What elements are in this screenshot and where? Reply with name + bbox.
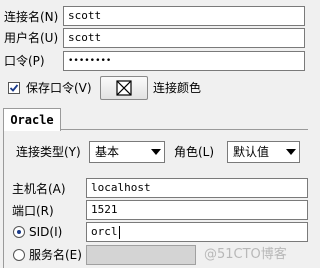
no-color-icon: [116, 80, 132, 96]
port-label: 端口(R): [12, 204, 54, 218]
connection-color-button[interactable]: [100, 76, 148, 100]
radio-selected-icon: [17, 230, 21, 234]
save-password-checkbox[interactable]: [8, 82, 20, 94]
connection-type-label: 连接类型(Y): [16, 145, 81, 159]
sid-label: SID(I): [29, 225, 63, 239]
port-input[interactable]: 1521: [86, 200, 308, 220]
role-value: 默认值: [233, 145, 270, 159]
chevron-down-icon: [286, 149, 296, 155]
connection-type-select[interactable]: 基本: [89, 141, 165, 163]
checkmark-icon: [9, 84, 19, 92]
username-label: 用户名(U): [4, 31, 59, 45]
host-label: 主机名(A): [12, 182, 66, 196]
chevron-down-icon: [151, 149, 161, 155]
role-label: 角色(L): [174, 145, 215, 159]
watermark-text: @51CTO博客: [204, 247, 287, 262]
host-input[interactable]: localhost: [86, 178, 308, 198]
role-select[interactable]: 默认值: [227, 141, 300, 163]
service-name-input[interactable]: [86, 245, 196, 265]
password-input[interactable]: ••••••••: [63, 51, 305, 71]
save-password-label: 保存口令(V): [26, 81, 92, 95]
connection-name-input[interactable]: scott: [63, 6, 305, 26]
service-name-radio[interactable]: [13, 249, 25, 261]
connection-color-label: 连接颜色: [153, 81, 202, 95]
sid-radio[interactable]: [13, 226, 25, 238]
password-label: 口令(P): [4, 54, 45, 68]
connection-name-label: 连接名(N): [4, 10, 59, 24]
tab-oracle[interactable]: Oracle: [3, 108, 61, 131]
sid-value: orcl: [91, 225, 118, 238]
text-cursor-icon: [118, 225, 120, 239]
username-input[interactable]: scott: [63, 28, 305, 48]
service-name-label: 服务名(E): [29, 248, 82, 262]
connection-type-value: 基本: [95, 145, 120, 159]
sid-input[interactable]: orcl: [86, 222, 308, 242]
